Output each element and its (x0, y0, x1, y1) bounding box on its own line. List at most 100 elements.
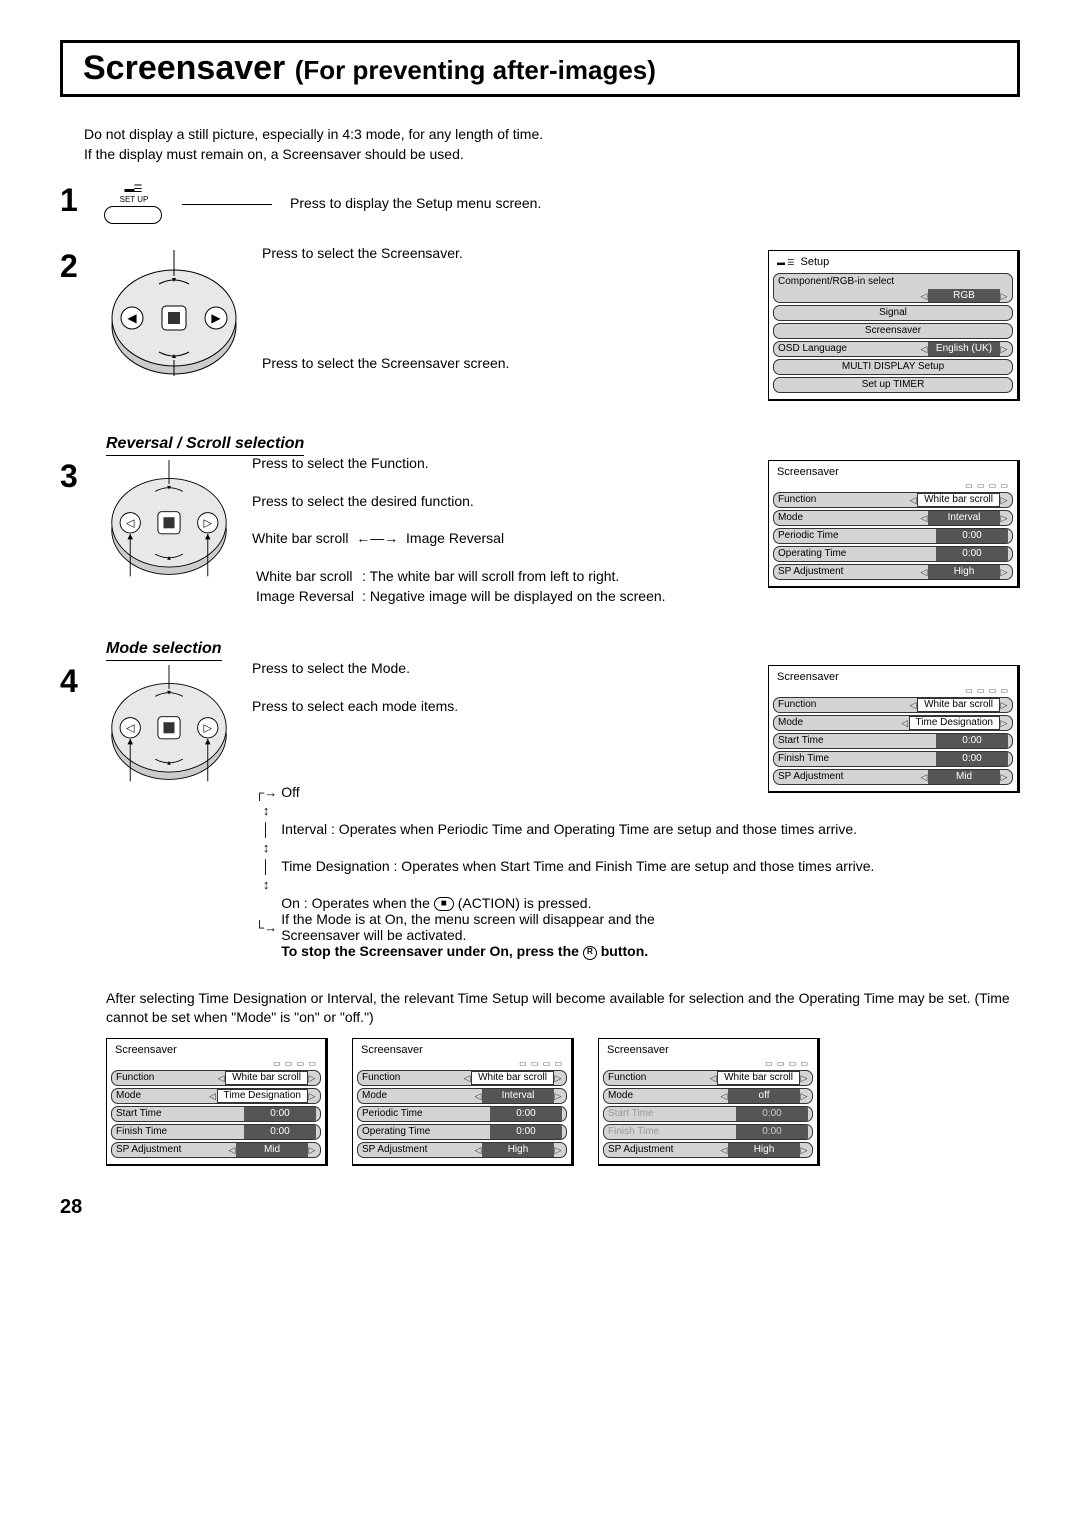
osd-row-label: Function (608, 1071, 646, 1085)
osd-value: 0:00 (244, 1107, 316, 1121)
intro-line-1: Do not display a still picture, especial… (84, 125, 1020, 145)
mode-off: Off (280, 783, 875, 801)
option-image-reversal: Image Reversal (406, 530, 504, 546)
subheading-mode-selection: Mode selection (106, 640, 222, 661)
osd-row-label: Mode (778, 511, 803, 525)
osd-row-label: Signal (879, 306, 907, 320)
osd-setup-title: Setup (801, 256, 830, 268)
osd-screensaver-panel-a: Screensaver ▭ ▭ ▭ ▭ Function◁White bar s… (768, 460, 1020, 588)
osd-row: Component/RGB-in select ◁RGB▷ (773, 273, 1013, 303)
osd-row: Periodic Time0:00 (773, 528, 1013, 544)
osd-row-label: SP Adjustment (778, 565, 843, 579)
setup-button-illustration: ▬☰ SET UP (104, 184, 164, 224)
mode-on-note-1: If the Mode is at On, the menu screen wi… (281, 911, 655, 927)
setup-button-label: SET UP (120, 195, 149, 204)
osd-value: 0:00 (936, 734, 1008, 748)
step-2-number: 2 (60, 250, 104, 282)
osd-row: Operating Time0:00 (357, 1124, 567, 1140)
svg-text:◀: ◀ (127, 311, 137, 325)
osd-row: Function◁White bar scroll▷ (773, 697, 1013, 713)
osd-row-label: Set up TIMER (862, 378, 925, 392)
osd-row-label: Periodic Time (362, 1107, 423, 1121)
def-text: : The white bar will scroll from left to… (358, 567, 670, 587)
osd-row: Mode◁Interval▷ (773, 510, 1013, 526)
def-label: Image Reversal (252, 587, 358, 607)
osd-row: Mode◁Interval▷ (357, 1088, 567, 1104)
osd-row: MULTI DISPLAY Setup (773, 359, 1013, 375)
step-3-number: 3 (60, 460, 104, 492)
osd-row: Mode◁Time Designation▷ (111, 1088, 321, 1104)
osd-icons: ▭ ▭ ▭ ▭ (111, 1059, 321, 1068)
osd-value: Time Designation (217, 1089, 308, 1103)
osd-row: Start Time 0:00 (773, 733, 1013, 749)
osd-row-label: Start Time (778, 734, 824, 748)
page-number: 28 (60, 1196, 1020, 1219)
osd-value: White bar scroll (471, 1071, 554, 1085)
after-paragraph: After selecting Time Designation or Inte… (106, 989, 1020, 1028)
intro-text: Do not display a still picture, especial… (84, 125, 1020, 164)
step-3-text-1: Press to select the Function. (252, 454, 750, 474)
svg-text:◁: ◁ (126, 723, 135, 735)
osd-row: Function◁White bar scroll▷ (773, 492, 1013, 508)
osd-row: Set up TIMER (773, 377, 1013, 393)
osd-row-label: Component/RGB-in select (778, 275, 1008, 289)
dpad-illustration: ◁ ▷ (104, 665, 234, 788)
osd-value: off (728, 1089, 800, 1103)
mode-on-a: On : Operates when the (281, 895, 434, 911)
osd-row-label: Screensaver (865, 324, 921, 338)
step-2-text-bottom: Press to select the Screensaver screen. (262, 354, 750, 374)
osd-row: Finish Time0:00 (603, 1124, 813, 1140)
osd-row-label: OSD Language (778, 342, 847, 356)
osd-row-label: Mode (362, 1089, 387, 1103)
step-3: 3 ◁ ▷ Press to select the Function. Pres… (60, 460, 1020, 606)
osd-icons: ▭ ▭ ▭ ▭ (773, 686, 1013, 695)
osd-value: High (482, 1143, 554, 1157)
osd-row-label: Mode (608, 1089, 633, 1103)
osd-row-label: SP Adjustment (362, 1143, 427, 1157)
osd-value: White bar scroll (917, 493, 1000, 507)
osd-row-label: Start Time (116, 1107, 162, 1121)
osd-row: Start Time 0:00 (111, 1106, 321, 1122)
osd-row: SP Adjustment◁High▷ (357, 1142, 567, 1158)
svg-text:▶: ▶ (211, 311, 221, 325)
svg-text:▷: ▷ (204, 723, 213, 735)
osd-value: White bar scroll (717, 1071, 800, 1085)
osd-screensaver-panel-b: Screensaver ▭ ▭ ▭ ▭ Function◁White bar s… (768, 665, 1020, 793)
osd-row-label: Operating Time (778, 547, 846, 561)
stop-note-a: To stop the Screensaver under On, press … (281, 943, 583, 959)
osd-bottom-panel-1: Screensaver ▭ ▭ ▭ ▭ Function◁White bar s… (106, 1038, 328, 1166)
osd-row: Mode◁Time Designation▷ (773, 715, 1013, 731)
osd-icons: ▭ ▭ ▭ ▭ (357, 1059, 567, 1068)
osd-row: Periodic Time0:00 (357, 1106, 567, 1122)
osd-row-label: Function (778, 493, 816, 507)
osd-value: 0:00 (936, 547, 1008, 561)
title-main: Screensaver (83, 49, 285, 87)
intro-line-2: If the display must remain on, a Screens… (84, 145, 1020, 165)
osd-title: Screensaver (111, 1043, 321, 1059)
osd-value: Mid (236, 1143, 308, 1157)
osd-value: Interval (928, 511, 1000, 525)
step-1: 1 ▬☰ SET UP Press to display the Setup m… (60, 184, 1020, 224)
step-1-number: 1 (60, 184, 104, 216)
dpad-illustration: ◁ ▷ (104, 460, 234, 583)
stop-note-b: button. (601, 943, 648, 959)
mode-on-b: (ACTION) is pressed. (458, 895, 592, 911)
osd-row: Finish Time0:00 (111, 1124, 321, 1140)
osd-row: Function◁White bar scroll▷ (357, 1070, 567, 1086)
action-button-icon: ■ (434, 897, 454, 911)
step-4: 4 ◁ ▷ Press to select the Mode. Press to… (60, 665, 1020, 963)
osd-value: RGB (928, 289, 1000, 303)
step-3-text-2: Press to select the desired function. (252, 492, 750, 512)
osd-value: English (UK) (928, 342, 1000, 356)
osd-row-label: Mode (116, 1089, 141, 1103)
osd-value: 0:00 (490, 1125, 562, 1139)
osd-row-label: Function (778, 698, 816, 712)
subheading-reversal-scroll: Reversal / Scroll selection (106, 435, 304, 456)
osd-bottom-panel-2: Screensaver ▭ ▭ ▭ ▭ Function◁White bar s… (352, 1038, 574, 1166)
page-title: Screensaver (For preventing after-images… (83, 49, 997, 88)
osd-row-label: Finish Time (608, 1125, 659, 1139)
definition-table: White bar scroll: The white bar will scr… (252, 567, 670, 606)
osd-row: SP Adjustment◁High▷ (603, 1142, 813, 1158)
osd-row-label: Finish Time (778, 752, 829, 766)
osd-value: Interval (482, 1089, 554, 1103)
